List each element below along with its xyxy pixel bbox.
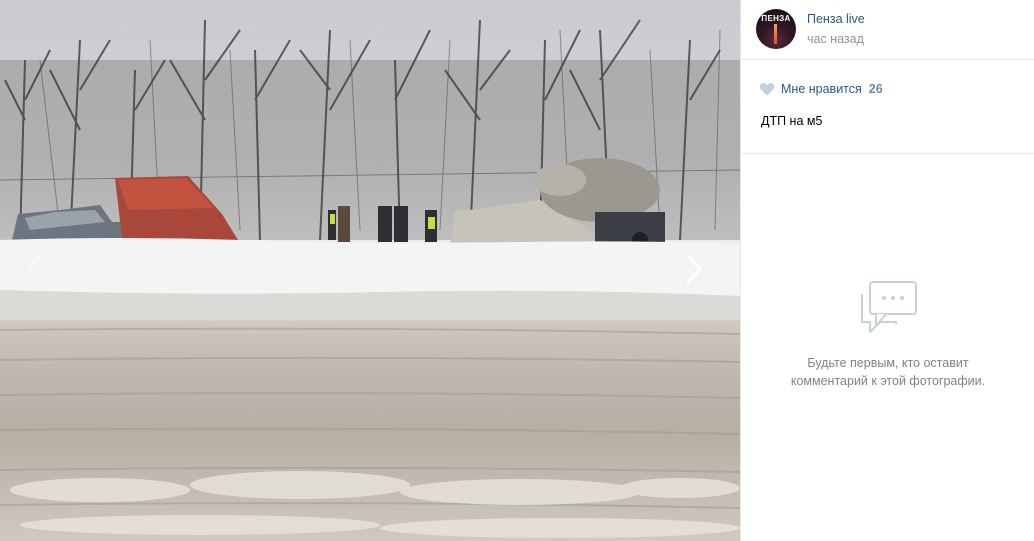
post-time[interactable]: час назад (807, 32, 864, 46)
heart-icon (759, 82, 775, 96)
post-header: ПЕНЗА Пенза live час назад (741, 0, 1034, 60)
group-avatar[interactable]: ПЕНЗА (756, 9, 796, 49)
divider (741, 153, 1034, 154)
empty-comments-line2: комментарий к этой фотографии. (790, 374, 986, 388)
photo-caption: ДТП на м5 (761, 114, 823, 128)
chevron-left-icon (26, 254, 42, 284)
like-label: Мне нравится (781, 82, 862, 96)
empty-comments-line1: Будьте первым, кто оставит (807, 356, 969, 370)
photo-info-panel: ПЕНЗА Пенза live час назад Мне нравится … (740, 0, 1034, 541)
empty-comments-placeholder: Будьте первым, кто оставит комментарий к… (741, 278, 1034, 390)
photo-viewer[interactable] (0, 0, 740, 541)
accident-photo (0, 19, 740, 538)
previous-photo-button[interactable] (26, 254, 56, 294)
chevron-right-icon (686, 254, 702, 284)
avatar-spire (774, 24, 777, 44)
group-name-link[interactable]: Пенза live (807, 12, 865, 26)
next-photo-button[interactable] (686, 254, 716, 294)
avatar-logo-text: ПЕНЗА (761, 14, 791, 23)
like-count: 26 (868, 82, 883, 96)
like-button[interactable]: Мне нравится 26 (759, 80, 883, 98)
comment-bubble-icon (861, 281, 917, 333)
